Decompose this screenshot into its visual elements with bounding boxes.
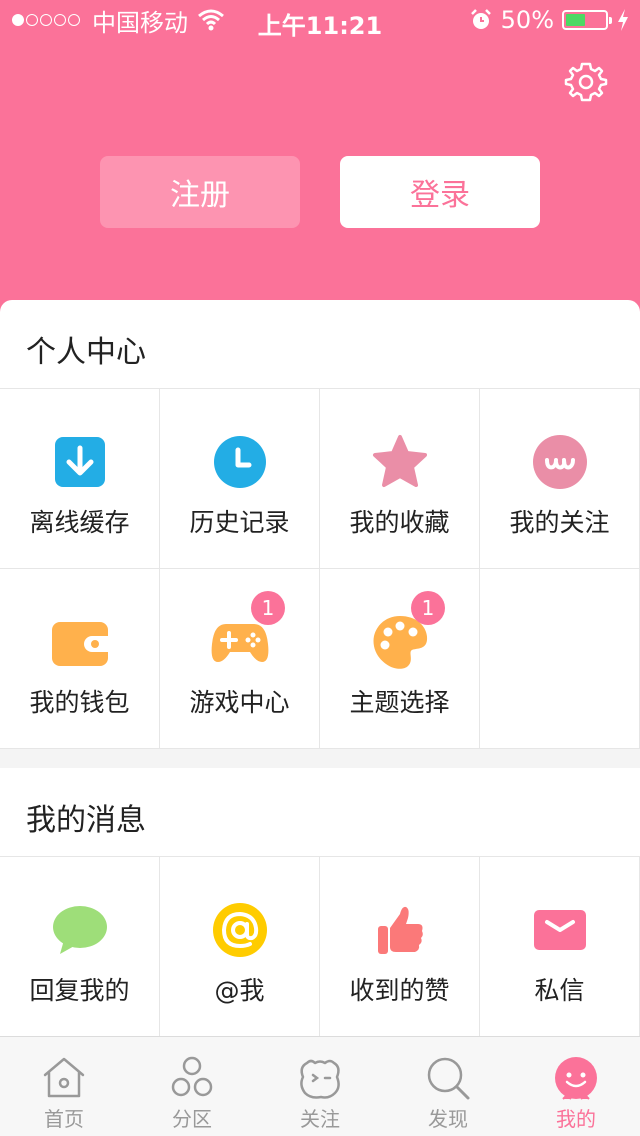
tab-label: 我的: [556, 1107, 596, 1131]
home-icon: [43, 1057, 85, 1098]
alarm-icon: [470, 9, 491, 29]
battery-icon: [562, 10, 612, 30]
item-label: 我的关注: [509, 508, 610, 537]
tab-home[interactable]: 首页: [0, 1037, 128, 1136]
tab-follow[interactable]: 关注: [256, 1037, 384, 1136]
section-title-messages: 我的消息: [26, 803, 146, 838]
item-label: 游戏中心: [189, 688, 290, 717]
section-title-personal-center: 个人中心: [26, 335, 146, 370]
following-item[interactable]: 我的关注: [480, 389, 640, 569]
personal-center-panel: 个人中心 离线缓存 历史记录 我的收藏 我的关注 我的钱包 1 游戏中心 1 主…: [0, 300, 640, 749]
battery-percent: 50%: [500, 6, 554, 34]
item-label: 我的钱包: [29, 688, 130, 717]
item-label: 历史记录: [189, 508, 290, 537]
at-icon: [213, 903, 267, 957]
tab-label: 首页: [44, 1107, 84, 1131]
speech-bubble-icon: [53, 906, 107, 954]
history-item[interactable]: 历史记录: [160, 389, 320, 569]
item-label: @我: [214, 976, 265, 1005]
download-icon: [55, 437, 105, 487]
likes-received-item[interactable]: 收到的赞: [320, 857, 480, 1037]
wallet-icon: [52, 622, 108, 666]
notification-badge: 1: [251, 591, 285, 625]
profile-header: 中国移动 上午11:21 50% 注册 登录: [0, 0, 640, 330]
item-label: 私信: [534, 976, 585, 1005]
status-bar: 中国移动 上午11:21 50%: [0, 0, 640, 40]
tab-label: 关注: [300, 1107, 340, 1131]
clock-icon: [214, 436, 266, 488]
empty-grid-cell: [480, 569, 640, 749]
item-label: 收到的赞: [349, 976, 450, 1005]
offline-cache-item[interactable]: 离线缓存: [0, 389, 160, 569]
register-button[interactable]: 注册: [100, 156, 300, 228]
envelope-icon: [534, 910, 586, 950]
item-label: 离线缓存: [29, 508, 130, 537]
messages-panel: 我的消息 回复我的 @我 收到的赞 私信: [0, 768, 640, 1037]
theme-selection-item[interactable]: 1 主题选择: [320, 569, 480, 749]
tab-profile[interactable]: 我的: [512, 1037, 640, 1136]
game-center-item[interactable]: 1 游戏中心: [160, 569, 320, 749]
item-label: 回复我的: [29, 976, 130, 1005]
settings-gear-icon[interactable]: [564, 60, 608, 104]
bottom-tab-bar: 首页 分区 关注 发现 我的: [0, 1036, 640, 1136]
follow-face-icon: [533, 435, 587, 489]
login-button[interactable]: 登录: [340, 156, 540, 228]
follow-icon: [300, 1059, 340, 1099]
mentions-item[interactable]: @我: [160, 857, 320, 1037]
tab-discover[interactable]: 发现: [384, 1037, 512, 1136]
favorites-item[interactable]: 我的收藏: [320, 389, 480, 569]
profile-icon: [555, 1057, 597, 1100]
notification-badge: 1: [411, 591, 445, 625]
thumbs-up-icon: [378, 906, 423, 954]
tab-label: 分区: [172, 1107, 212, 1131]
tab-label: 发现: [428, 1107, 468, 1131]
replies-item[interactable]: 回复我的: [0, 857, 160, 1037]
star-icon: [373, 435, 427, 487]
search-icon: [427, 1057, 470, 1100]
item-label: 主题选择: [349, 688, 450, 717]
charging-icon: [618, 9, 628, 31]
tab-categories[interactable]: 分区: [128, 1037, 256, 1136]
wallet-item[interactable]: 我的钱包: [0, 569, 160, 749]
item-label: 我的收藏: [349, 508, 450, 537]
private-message-item[interactable]: 私信: [480, 857, 640, 1037]
categories-icon: [171, 1056, 213, 1097]
